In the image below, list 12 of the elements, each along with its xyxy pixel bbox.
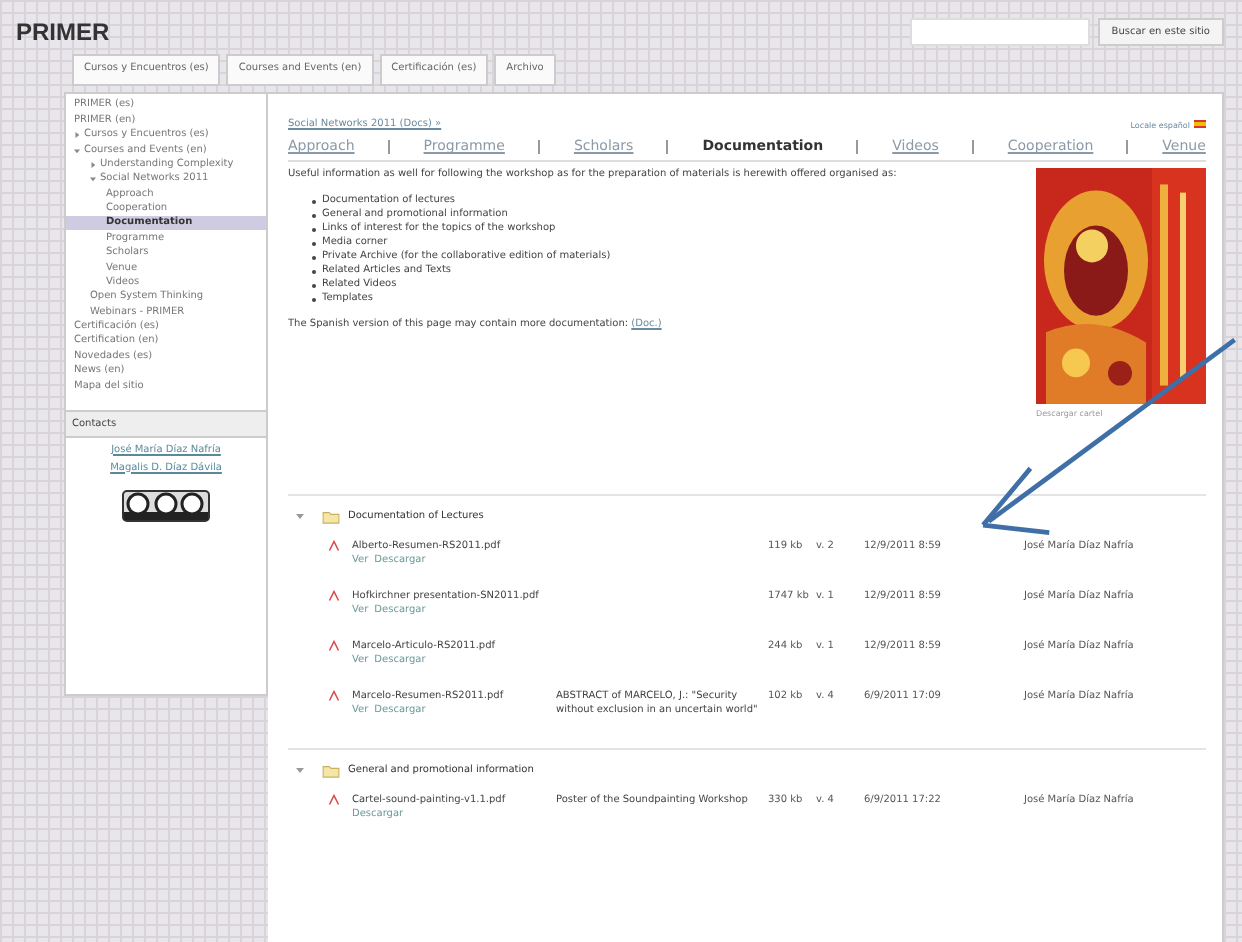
folder-icon xyxy=(322,509,340,523)
search-field[interactable] xyxy=(909,18,1090,46)
expander-icon xyxy=(90,161,96,168)
site-title[interactable]: PRIMER xyxy=(16,18,110,46)
collapse-icon[interactable] xyxy=(296,512,304,520)
expander-icon xyxy=(90,176,96,183)
collapse-icon[interactable] xyxy=(296,766,304,774)
flag-icon xyxy=(1194,120,1206,128)
expander-icon xyxy=(74,132,80,139)
expander-icon xyxy=(74,147,80,154)
license-badge-icon xyxy=(122,489,210,521)
folder-icon xyxy=(322,763,340,777)
